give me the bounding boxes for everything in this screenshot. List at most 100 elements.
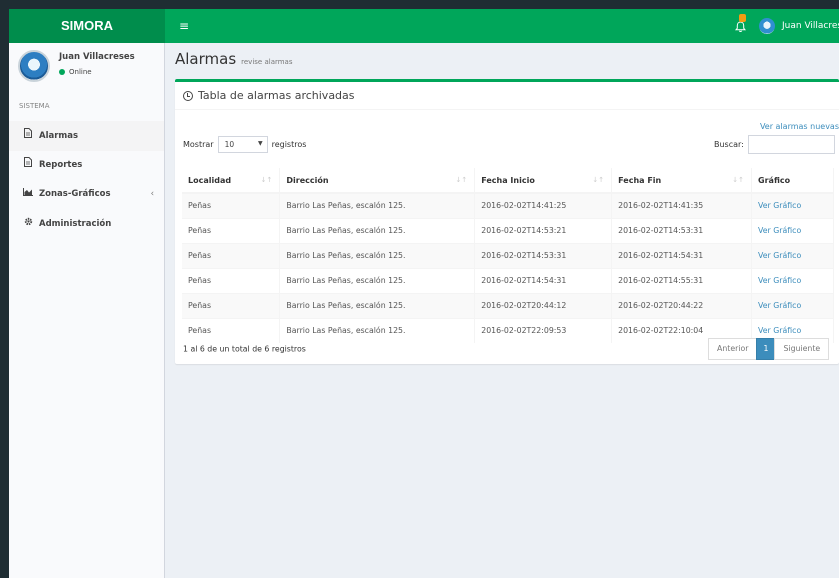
gear-icon — [21, 209, 35, 239]
cell-direccion: Barrio Las Peñas, escalón 125. — [279, 242, 476, 268]
cell-localidad: Peñas — [182, 192, 281, 218]
sidebar-item-label: Reportes — [39, 160, 83, 170]
table-row: Peñas Barrio Las Peñas, escalón 125. 201… — [182, 192, 834, 218]
bell-icon[interactable] — [733, 14, 749, 34]
hamburger-icon[interactable]: ≡ — [179, 19, 191, 33]
column-header-fecha-inicio[interactable]: Fecha Inicio ↓↑ — [474, 168, 613, 194]
column-label: Dirección — [286, 175, 329, 185]
sidebar-section-header: SISTEMA — [9, 92, 164, 120]
cell-localidad: Peñas — [182, 267, 281, 293]
column-header-localidad[interactable]: Localidad ↓↑ — [182, 168, 281, 194]
area-chart-icon — [21, 179, 35, 209]
page-header: Alarmas revise alarmas — [175, 50, 293, 74]
cell-fecha-inicio: 2016-02-02T20:44:12 — [474, 292, 613, 318]
column-header-grafico[interactable]: Gráfico — [751, 168, 834, 194]
cell-localidad: Peñas — [182, 317, 281, 343]
sidebar-item-label: Zonas-Gráficos — [39, 189, 111, 199]
cell-fecha-inicio: 2016-02-02T14:41:25 — [474, 192, 613, 218]
page-length-select[interactable]: 10 ▼ — [217, 136, 268, 153]
ver-grafico-link[interactable]: Ver Gráfico — [751, 217, 834, 243]
page-length-control: Mostrar 10 ▼ registros — [183, 136, 306, 153]
length-prefix: Mostrar — [183, 140, 214, 149]
cell-fecha-inicio: 2016-02-02T22:09:53 — [474, 317, 613, 343]
column-header-direccion[interactable]: Dirección ↓↑ — [279, 168, 476, 194]
top-navbar: SIMORA ≡ Juan Villacreses — [9, 9, 839, 43]
sidebar-item-reportes[interactable]: Reportes — [9, 150, 164, 180]
clock-icon — [183, 90, 193, 101]
alarms-box: Tabla de alarmas archivadas Ver alarmas … — [175, 79, 839, 364]
online-dot-icon — [59, 69, 65, 75]
sort-icon: ↓↑ — [732, 176, 745, 184]
cell-fecha-fin: 2016-02-02T14:55:31 — [611, 267, 753, 293]
user-menu[interactable]: Juan Villacreses — [759, 16, 839, 36]
user-menu-name: Juan Villacreses — [782, 21, 839, 31]
cell-fecha-inicio: 2016-02-02T14:53:31 — [474, 242, 613, 268]
cell-localidad: Peñas — [182, 292, 281, 318]
sidebar: Juan Villacreses Online SISTEMA Alarmas … — [9, 43, 165, 578]
column-label: Gráfico — [758, 175, 791, 185]
next-page-button[interactable]: Siguiente — [774, 338, 830, 360]
table-info: 1 al 6 de un total de 6 registros — [183, 344, 306, 354]
caret-down-icon: ▼ — [257, 140, 263, 147]
table-row: Peñas Barrio Las Peñas, escalón 125. 201… — [182, 217, 834, 243]
column-label: Fecha Inicio — [481, 175, 535, 185]
alarms-table: Localidad ↓↑ Dirección ↓↑ Fecha Inicio ↓↑ F… — [182, 168, 834, 343]
search-input[interactable] — [747, 135, 835, 154]
pagination: Anterior 1 Siguiente — [708, 338, 830, 360]
user-panel: Juan Villacreses Online — [9, 43, 164, 91]
ver-grafico-link[interactable]: Ver Gráfico — [751, 242, 834, 268]
cell-localidad: Peñas — [182, 217, 281, 243]
page-1-button[interactable]: 1 — [756, 338, 776, 360]
search-control: Buscar: — [714, 135, 835, 154]
sidebar-user-name: Juan Villacreses — [59, 52, 135, 62]
cell-fecha-fin: 2016-02-02T14:53:31 — [611, 217, 753, 243]
sidebar-item-administracion[interactable]: Administración — [9, 209, 164, 239]
app-logo[interactable]: SIMORA — [9, 9, 165, 43]
table-header-row: Localidad ↓↑ Dirección ↓↑ Fecha Inicio ↓↑ F… — [182, 168, 834, 194]
file-icon — [21, 150, 35, 180]
avatar — [18, 50, 50, 82]
ver-grafico-link[interactable]: Ver Gráfico — [751, 292, 834, 318]
cell-fecha-fin: 2016-02-02T14:41:35 — [611, 192, 753, 218]
notification-badge — [739, 14, 746, 22]
table-row: Peñas Barrio Las Peñas, escalón 125. 201… — [182, 292, 834, 318]
box-title-text: Tabla de alarmas archivadas — [198, 89, 355, 102]
column-label: Localidad — [188, 175, 232, 185]
avatar — [759, 18, 775, 34]
ver-grafico-link[interactable]: Ver Gráfico — [751, 192, 834, 218]
table-row: Peñas Barrio Las Peñas, escalón 125. 201… — [182, 242, 834, 268]
table-row: Peñas Barrio Las Peñas, escalón 125. 201… — [182, 267, 834, 293]
sidebar-item-label: Administración — [39, 219, 112, 229]
sort-icon: ↓↑ — [260, 176, 273, 184]
sort-icon: ↓↑ — [455, 176, 468, 184]
sort-icon: ↓↑ — [592, 176, 605, 184]
divider — [175, 109, 839, 110]
cell-localidad: Peñas — [182, 242, 281, 268]
page-subtitle: revise alarmas — [241, 58, 293, 66]
sidebar-item-alarmas[interactable]: Alarmas — [9, 121, 164, 151]
page-title: Alarmas — [175, 50, 237, 68]
sidebar-item-label: Alarmas — [39, 131, 79, 141]
cell-fecha-fin: 2016-02-02T14:54:31 — [611, 242, 753, 268]
cell-fecha-inicio: 2016-02-02T14:53:21 — [474, 217, 613, 243]
length-suffix: registros — [271, 140, 307, 149]
column-header-fecha-fin[interactable]: Fecha Fin ↓↑ — [611, 168, 753, 194]
status-badge: Online — [59, 68, 92, 76]
cell-direccion: Barrio Las Peñas, escalón 125. — [279, 292, 476, 318]
cell-fecha-fin: 2016-02-02T20:44:22 — [611, 292, 753, 318]
bell-icon-glyph — [735, 21, 746, 33]
cell-direccion: Barrio Las Peñas, escalón 125. — [279, 217, 476, 243]
status-label: Online — [69, 68, 92, 76]
column-label: Fecha Fin — [618, 175, 662, 185]
page-length-value: 10 — [224, 140, 235, 149]
box-title: Tabla de alarmas archivadas — [183, 89, 355, 102]
previous-page-button[interactable]: Anterior — [708, 338, 758, 360]
cell-direccion: Barrio Las Peñas, escalón 125. — [279, 317, 476, 343]
cell-direccion: Barrio Las Peñas, escalón 125. — [279, 267, 476, 293]
ver-alarmas-nuevas-link[interactable]: Ver alarmas nuevas — [760, 122, 839, 131]
cell-fecha-inicio: 2016-02-02T14:54:31 — [474, 267, 613, 293]
sidebar-item-zonas-graficos[interactable]: Zonas-Gráficos ‹ — [9, 179, 164, 209]
chevron-left-icon[interactable]: ‹ — [151, 179, 154, 209]
ver-grafico-link[interactable]: Ver Gráfico — [751, 267, 834, 293]
file-icon — [21, 121, 35, 151]
